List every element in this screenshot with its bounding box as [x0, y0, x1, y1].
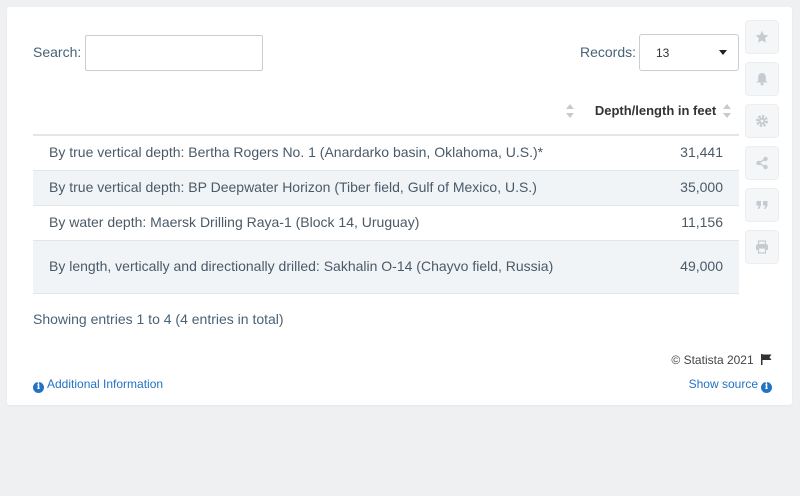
records-select[interactable]: 13: [639, 34, 739, 71]
show-source-link[interactable]: Show source i: [689, 377, 772, 393]
cite-button[interactable]: [745, 188, 779, 222]
info-icon: i: [761, 382, 772, 393]
search-label: Search:: [33, 44, 82, 60]
table-row: By true vertical depth: Bertha Rogers No…: [33, 135, 739, 171]
print-button[interactable]: [745, 230, 779, 264]
records-label: Records:: [580, 44, 637, 60]
row-name: By length, vertically and directionally …: [33, 240, 582, 294]
row-value: 11,156: [582, 205, 739, 241]
star-icon: [755, 30, 769, 43]
info-icon: i: [33, 382, 44, 393]
row-name: By true vertical depth: Bertha Rogers No…: [33, 135, 582, 171]
table-row: By true vertical depth: BP Deepwater Hor…: [33, 170, 739, 206]
row-name: By true vertical depth: BP Deepwater Hor…: [33, 170, 582, 206]
sort-icon: [566, 104, 574, 118]
column-header-depth[interactable]: Depth/length in feet: [582, 87, 739, 136]
bell-icon: [756, 73, 768, 86]
column-header-depth-label: Depth/length in feet: [594, 102, 717, 118]
action-sidebar: [745, 20, 779, 272]
notification-button[interactable]: [745, 62, 779, 96]
gear-icon: [756, 115, 768, 127]
row-value: 35,000: [582, 170, 739, 206]
statistic-card: Search: Records: 13 Depth/length in feet…: [7, 7, 792, 405]
copyright-text: © Statista 2021: [671, 353, 754, 367]
row-name: By water depth: Maersk Drilling Raya-1 (…: [33, 205, 582, 241]
settings-button[interactable]: [745, 104, 779, 138]
search-input[interactable]: [85, 35, 263, 71]
chevron-down-icon: [719, 50, 727, 55]
show-source-label: Show source: [688, 377, 758, 391]
row-value: 31,441: [582, 135, 739, 171]
quote-icon: [756, 201, 768, 209]
data-table: Depth/length in feet By true vertical de…: [33, 87, 739, 294]
additional-information-link[interactable]: i Additional Information: [33, 377, 163, 393]
table-row: By water depth: Maersk Drilling Raya-1 (…: [33, 205, 739, 241]
entries-summary: Showing entries 1 to 4 (4 entries in tot…: [33, 311, 284, 327]
flag-icon: [761, 354, 772, 365]
share-icon: [756, 156, 768, 170]
print-icon: [756, 240, 768, 254]
additional-information-label: Additional Information: [47, 377, 164, 391]
table-row: By length, vertically and directionally …: [33, 240, 739, 294]
bookmark-button[interactable]: [745, 20, 779, 54]
table-header-row: Depth/length in feet: [33, 87, 739, 136]
row-value: 49,000: [582, 240, 739, 294]
copyright[interactable]: © Statista 2021: [671, 353, 772, 367]
sort-icon: [723, 104, 731, 118]
records-selected-value: 13: [656, 46, 670, 60]
column-header-name[interactable]: [33, 87, 582, 136]
share-button[interactable]: [745, 146, 779, 180]
